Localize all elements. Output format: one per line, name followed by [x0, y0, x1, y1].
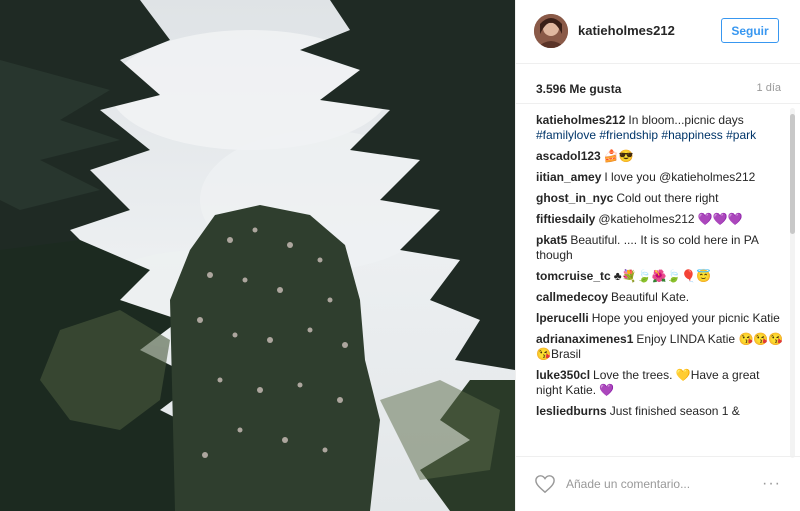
comment-item: fiftiesdaily @katieholmes212 💜💜💜 — [536, 212, 786, 227]
comment-item: tomcruise_tc ♣💐🍃🌺🍃🎈😇 — [536, 269, 786, 284]
comment-item: adrianaximenes1 Enjoy LINDA Katie 😘😘😘😘Bra… — [536, 332, 786, 362]
heart-icon[interactable] — [534, 474, 556, 494]
avatar[interactable] — [534, 14, 568, 48]
comment-item: ghost_in_nyc Cold out there right — [536, 191, 786, 206]
comment-text: Beautiful. .... It is so cold here in PA… — [536, 233, 759, 262]
comment-item: luke350cl Love the trees. 💛Have a great n… — [536, 368, 786, 398]
comment-footer: Añade un comentario... ··· — [516, 456, 800, 511]
comment-username[interactable]: fiftiesdaily — [536, 212, 595, 226]
comment-item: lesliedburns Just finished season 1 & — [536, 404, 786, 419]
comment-username[interactable]: luke350cl — [536, 368, 590, 382]
username[interactable]: katieholmes212 — [578, 23, 675, 38]
comment-text: Hope you enjoyed your picnic Katie — [591, 311, 780, 325]
post-view: katieholmes212 Seguir 3.596 Me gusta 1 d… — [0, 0, 800, 511]
comment-item: callmedecoy Beautiful Kate. — [536, 290, 786, 305]
comment-username[interactable]: ascadol123 — [536, 149, 601, 163]
comments-scrollbar[interactable] — [790, 108, 795, 458]
comment-username[interactable]: lperucelli — [536, 311, 589, 325]
comment-item: ascadol123 🍰😎 — [536, 149, 786, 164]
comment-item: pkat5 Beautiful. .... It is so cold here … — [536, 233, 786, 263]
comment-item: lperucelli Hope you enjoyed your picnic K… — [536, 311, 786, 326]
comment-username[interactable]: ghost_in_nyc — [536, 191, 613, 205]
comment-username[interactable]: adrianaximenes1 — [536, 332, 633, 346]
comment-text: Just finished season 1 & — [609, 404, 740, 418]
comment-input[interactable]: Añade un comentario... — [566, 477, 690, 491]
follow-button[interactable]: Seguir — [721, 18, 779, 43]
comment-text: ♣💐🍃🌺🍃🎈😇 — [613, 269, 712, 283]
more-options-icon[interactable]: ··· — [762, 475, 781, 493]
comment-text: @katieholmes212 💜💜💜 — [598, 212, 743, 226]
comment-text: I love you @katieholmes212 — [604, 170, 756, 184]
comment-username[interactable]: lesliedburns — [536, 404, 607, 418]
likes-count[interactable]: 3.596 Me gusta — [536, 82, 621, 96]
comment-text: 🍰😎 — [603, 149, 634, 163]
comment-username[interactable]: tomcruise_tc — [536, 269, 611, 283]
comment-username[interactable]: pkat5 — [536, 233, 567, 247]
scrollbar-thumb[interactable] — [790, 114, 795, 234]
post-time[interactable]: 1 día — [757, 82, 781, 94]
comment-item: iitian_amey I love you @katieholmes212 — [536, 170, 786, 185]
likes-row: 3.596 Me gusta 1 día — [516, 64, 800, 104]
post-header: katieholmes212 Seguir — [516, 0, 800, 64]
comment-text: Beautiful Kate. — [611, 290, 690, 304]
post-photo[interactable] — [0, 0, 515, 511]
caption-hashtags[interactable]: #familylove #friendship #happiness #park — [536, 128, 756, 142]
caption: katieholmes212 In bloom...picnic days #fa… — [536, 113, 786, 143]
post-side-panel: katieholmes212 Seguir 3.596 Me gusta 1 d… — [515, 0, 800, 511]
comment-container: ascadol123 🍰😎 iitian_amey I love you @katie… — [536, 149, 786, 419]
caption-text: In bloom...picnic days — [628, 113, 744, 127]
avatar-image — [534, 14, 568, 48]
comments-list[interactable]: katieholmes212 In bloom...picnic days #fa… — [536, 113, 786, 455]
comment-text: Cold out there right — [616, 191, 719, 205]
caption-username[interactable]: katieholmes212 — [536, 113, 625, 127]
comment-username[interactable]: callmedecoy — [536, 290, 608, 304]
comment-username[interactable]: iitian_amey — [536, 170, 601, 184]
photo-trees-sky — [0, 0, 515, 511]
